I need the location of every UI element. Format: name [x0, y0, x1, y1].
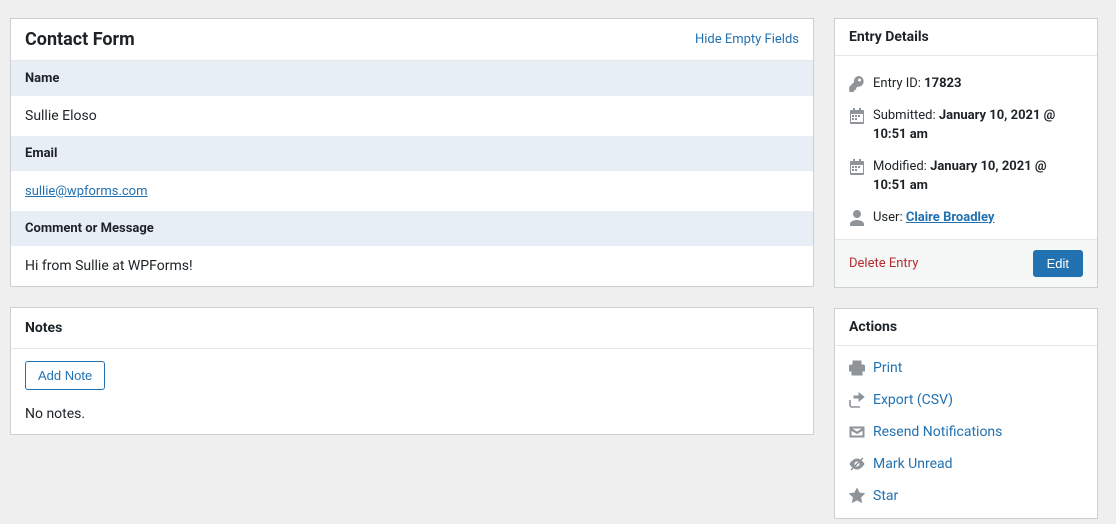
calendar-icon — [849, 108, 865, 124]
email-link[interactable]: sullie@wpforms.com — [25, 184, 148, 199]
action-print[interactable]: Print — [835, 352, 1097, 384]
field-label: Comment or Message — [11, 211, 813, 246]
notes-empty-text: No notes. — [25, 406, 799, 422]
user-icon — [849, 210, 865, 226]
modified-row: Modified: January 10, 2021 @ 10:51 am — [849, 151, 1083, 202]
entry-details-box: Entry Details Entry ID: 17823 Submitted:… — [834, 18, 1098, 288]
add-note-button[interactable]: Add Note — [25, 361, 105, 390]
print-icon — [849, 360, 865, 376]
main-column: Contact Form Hide Empty Fields Name Sull… — [10, 18, 814, 524]
action-label: Mark Unread — [873, 456, 953, 472]
field-value: Sullie Eloso — [11, 96, 813, 136]
key-icon — [849, 76, 865, 92]
action-star[interactable]: Star — [835, 480, 1097, 512]
form-title: Contact Form — [25, 29, 135, 50]
eye-slash-icon — [849, 456, 865, 472]
contact-form-header: Contact Form Hide Empty Fields — [11, 19, 813, 61]
entry-details-title: Entry Details — [849, 29, 929, 45]
modified-label: Modified: — [873, 159, 927, 174]
actions-box: Actions Print Export (CSV) Resend Notifi… — [834, 308, 1098, 519]
action-export[interactable]: Export (CSV) — [835, 384, 1097, 416]
star-icon — [849, 488, 865, 504]
action-label: Export (CSV) — [873, 392, 953, 408]
field-value: sullie@wpforms.com — [11, 171, 813, 211]
action-label: Star — [873, 488, 898, 504]
action-label: Resend Notifications — [873, 424, 1002, 440]
user-link[interactable]: Claire Broadley — [906, 210, 995, 225]
entry-details-footer: Delete Entry Edit — [835, 239, 1097, 287]
field-label: Email — [11, 136, 813, 171]
actions-list: Print Export (CSV) Resend Notifications … — [835, 346, 1097, 518]
calendar-icon — [849, 159, 865, 175]
user-label: User: — [873, 210, 903, 225]
notes-body: Add Note No notes. — [11, 349, 813, 434]
entry-id-label: Entry ID: — [873, 76, 921, 91]
action-label: Print — [873, 360, 902, 376]
entry-id-value: 17823 — [924, 76, 961, 91]
actions-header: Actions — [835, 309, 1097, 346]
hide-empty-fields-link[interactable]: Hide Empty Fields — [695, 32, 799, 47]
entry-id-row: Entry ID: 17823 — [849, 68, 1083, 100]
actions-title: Actions — [849, 319, 897, 335]
action-resend[interactable]: Resend Notifications — [835, 416, 1097, 448]
mail-icon — [849, 424, 865, 440]
action-mark-unread[interactable]: Mark Unread — [835, 448, 1097, 480]
notes-title: Notes — [11, 308, 813, 349]
user-row: User: Claire Broadley — [849, 202, 1083, 234]
field-label: Name — [11, 61, 813, 96]
sidebar-column: Entry Details Entry ID: 17823 Submitted:… — [834, 18, 1098, 524]
export-icon — [849, 392, 865, 408]
entry-details-header: Entry Details — [835, 19, 1097, 56]
submitted-label: Submitted: — [873, 108, 936, 123]
contact-form-box: Contact Form Hide Empty Fields Name Sull… — [10, 18, 814, 287]
edit-button[interactable]: Edit — [1033, 250, 1083, 277]
delete-entry-link[interactable]: Delete Entry — [849, 256, 918, 271]
notes-box: Notes Add Note No notes. — [10, 307, 814, 435]
field-value: Hi from Sullie at WPForms! — [11, 246, 813, 286]
submitted-row: Submitted: January 10, 2021 @ 10:51 am — [849, 100, 1083, 151]
entry-details-body: Entry ID: 17823 Submitted: January 10, 2… — [835, 56, 1097, 239]
